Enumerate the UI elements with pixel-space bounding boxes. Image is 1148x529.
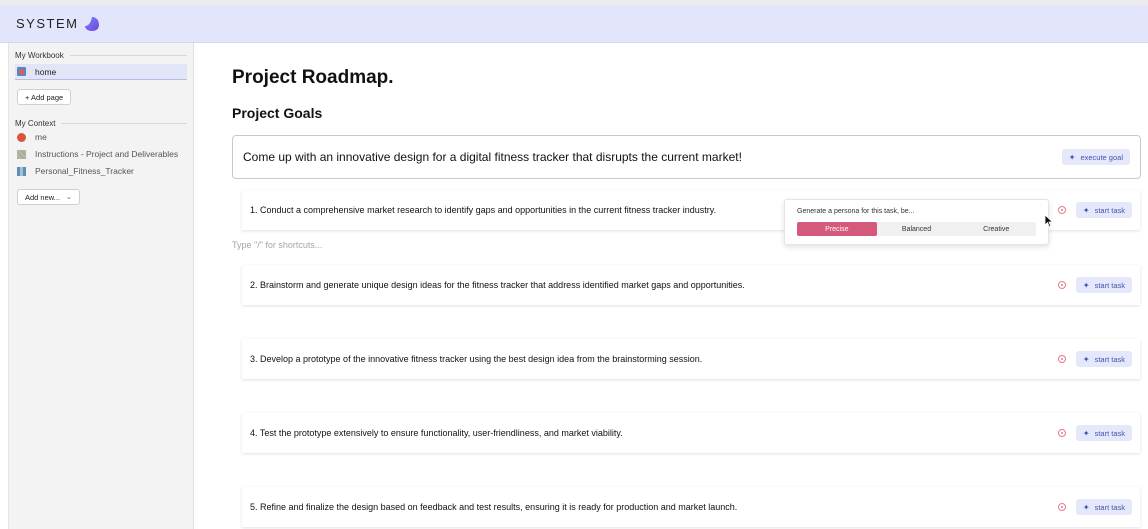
divider	[61, 123, 187, 124]
top-bar: SYSTEM	[0, 5, 1148, 43]
persona-segmented-control: Precise Balanced Creative	[797, 222, 1036, 236]
add-new-dropdown[interactable]: Add new... ⌄	[17, 189, 80, 205]
sidebar-item-label: home	[35, 66, 57, 77]
start-task-button[interactable]: ✦ start task	[1075, 277, 1132, 293]
start-task-button[interactable]: ✦ start task	[1075, 499, 1132, 515]
context-item-me[interactable]: me	[15, 132, 187, 143]
app-title: SYSTEM	[16, 16, 79, 31]
divider	[69, 55, 187, 56]
page-title: Project Roadmap.	[232, 67, 394, 88]
document-thumbnail-icon	[17, 150, 26, 159]
start-task-button[interactable]: ✦ start task	[1075, 202, 1132, 218]
app-brand[interactable]: SYSTEM	[16, 16, 100, 32]
context-item-label: me	[35, 132, 47, 142]
alert-icon[interactable]	[1057, 503, 1066, 511]
brand-logo-icon	[84, 16, 100, 32]
task-text: 5. Refine and finalize the design based …	[250, 502, 738, 512]
start-task-button[interactable]: ✦ start task	[1075, 425, 1132, 441]
persona-option-precise[interactable]: Precise	[797, 222, 877, 236]
context-item-label: Instructions - Project and Deliverables	[35, 149, 179, 159]
task-card-5[interactable]: 5. Refine and finalize the design based …	[242, 487, 1140, 527]
sparkle-icon: ✦	[1082, 280, 1090, 290]
task-card-4[interactable]: 4. Test the prototype extensively to ens…	[242, 413, 1140, 453]
person-avatar-icon	[17, 133, 26, 142]
sidebar-item-home[interactable]: home	[15, 64, 187, 80]
sparkle-icon: ✦	[1082, 205, 1090, 215]
task-card-2[interactable]: 2. Brainstorm and generate unique design…	[242, 265, 1140, 305]
task-text: 4. Test the prototype extensively to ens…	[250, 428, 623, 438]
sidebar: My Workbook home + Add page My Context m…	[8, 43, 194, 529]
alert-icon[interactable]	[1057, 281, 1066, 289]
sparkle-icon: ✦	[1082, 354, 1090, 364]
mouse-cursor-icon	[1044, 214, 1054, 228]
sparkle-icon: ✦	[1082, 502, 1090, 512]
start-task-button[interactable]: ✦ start task	[1075, 351, 1132, 367]
shortcut-hint[interactable]: Type "/" for shortcuts...	[232, 240, 322, 250]
context-item-fitness-tracker[interactable]: Personal_Fitness_Tracker	[15, 166, 187, 177]
goals-heading: Project Goals	[232, 105, 323, 121]
goal-box[interactable]: Come up with an innovative design for a …	[232, 135, 1141, 179]
context-item-instructions[interactable]: Instructions - Project and Deliverables	[15, 149, 187, 160]
main-content: Project Roadmap. Project Goals Come up w…	[195, 43, 1148, 529]
task-text: 3. Develop a prototype of the innovative…	[250, 354, 703, 364]
persona-popover: Generate a persona for this task, be... …	[784, 199, 1049, 245]
page-icon	[17, 67, 26, 76]
context-item-label: Personal_Fitness_Tracker	[35, 166, 134, 176]
chevron-down-icon: ⌄	[66, 194, 72, 201]
alert-icon[interactable]	[1057, 429, 1066, 437]
sparkle-icon: ✦	[1082, 428, 1090, 438]
workbook-section-heading: My Workbook	[15, 51, 187, 60]
add-page-button[interactable]: + Add page	[17, 89, 72, 105]
dataset-thumbnail-icon	[17, 167, 26, 176]
alert-icon[interactable]	[1057, 206, 1066, 214]
task-text: 2. Brainstorm and generate unique design…	[250, 280, 745, 290]
sparkle-icon: ✦	[1068, 152, 1076, 162]
persona-option-balanced[interactable]: Balanced	[877, 222, 957, 236]
context-section-heading: My Context	[15, 119, 187, 128]
task-card-3[interactable]: 3. Develop a prototype of the innovative…	[242, 339, 1140, 379]
execute-goal-button[interactable]: ✦ execute goal	[1061, 149, 1130, 165]
persona-option-creative[interactable]: Creative	[956, 222, 1036, 236]
alert-icon[interactable]	[1057, 355, 1066, 363]
persona-prompt-label: Generate a persona for this task, be...	[797, 208, 915, 215]
goal-text: Come up with an innovative design for a …	[243, 150, 742, 164]
